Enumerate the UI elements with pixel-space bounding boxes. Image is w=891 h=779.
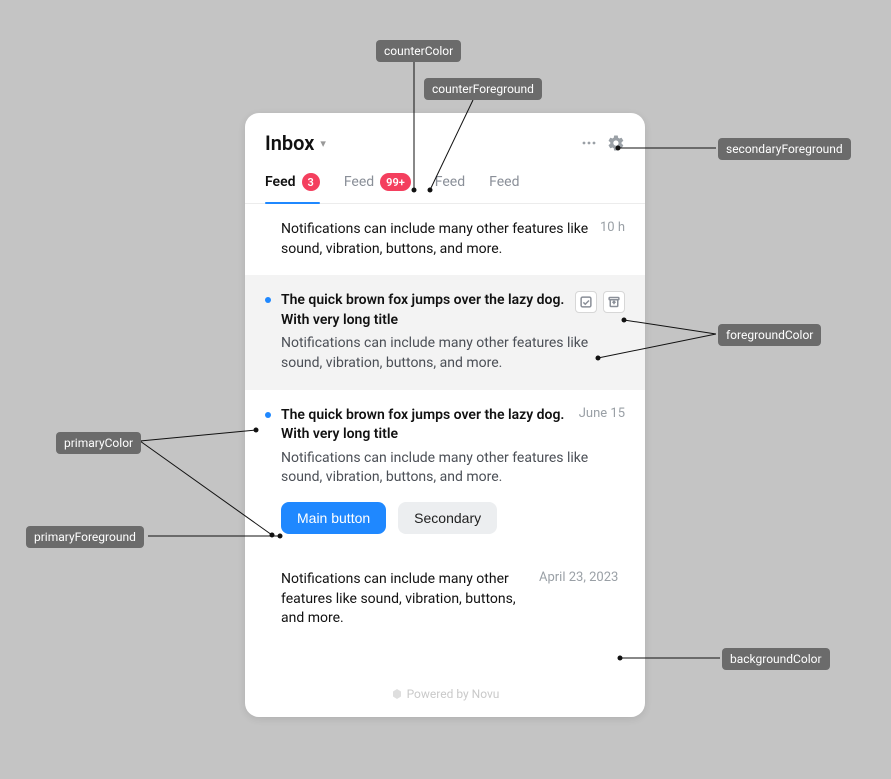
- unread-dot-icon: [265, 412, 271, 418]
- callout-primaryForeground: primaryForeground: [26, 526, 144, 548]
- callout-counterForeground: counterForeground: [424, 78, 542, 100]
- tab-feed-2[interactable]: Feed 99+: [344, 163, 411, 203]
- archive-icon[interactable]: [603, 291, 625, 313]
- page-title: Inbox: [265, 131, 314, 155]
- primary-button[interactable]: Main button: [281, 502, 386, 534]
- tabs: Feed 3 Feed 99+ Feed Feed: [245, 163, 645, 204]
- list-item[interactable]: Notifications can include many other fea…: [245, 554, 645, 645]
- footer-text: Powered by Novu: [407, 687, 500, 701]
- header-actions: [581, 134, 625, 152]
- callout-primaryColor: primaryColor: [56, 432, 141, 454]
- callout-backgroundColor: backgroundColor: [722, 648, 830, 670]
- tab-label: Feed: [344, 174, 374, 190]
- more-icon[interactable]: [581, 135, 597, 151]
- tab-feed-1[interactable]: Feed 3: [265, 163, 320, 203]
- tab-feed-4[interactable]: Feed: [489, 163, 519, 203]
- notification-title: The quick brown fox jumps over the lazy …: [281, 291, 567, 330]
- notification-list: Notifications can include many other fea…: [245, 204, 645, 675]
- action-buttons: Main button Secondary: [281, 502, 625, 534]
- callout-foregroundColor: foregroundColor: [718, 324, 821, 346]
- notification-text: Notifications can include many other fea…: [281, 220, 592, 259]
- tab-label: Feed: [489, 174, 519, 190]
- counter-badge: 3: [302, 173, 320, 191]
- counter-badge: 99+: [380, 173, 411, 191]
- inbox-card: Inbox ▾ Feed 3 Feed 99+ Feed Feed: [245, 113, 645, 717]
- unread-dot-icon: [265, 297, 271, 303]
- callout-secondaryForeground: secondaryForeground: [718, 138, 851, 160]
- tab-label: Feed: [435, 174, 465, 190]
- notification-time: 10 h: [600, 220, 625, 235]
- notification-title: The quick brown fox jumps over the lazy …: [281, 406, 571, 445]
- notification-desc: Notifications can include many other fea…: [281, 449, 625, 488]
- tab-feed-3[interactable]: Feed: [435, 163, 465, 203]
- callout-counterColor: counterColor: [376, 40, 461, 62]
- list-item[interactable]: The quick brown fox jumps over the lazy …: [245, 275, 645, 389]
- notification-desc: Notifications can include many other fea…: [281, 334, 625, 373]
- notification-text: Notifications can include many other fea…: [281, 570, 531, 629]
- hover-actions: [575, 291, 625, 313]
- footer: Powered by Novu: [245, 675, 645, 717]
- secondary-button[interactable]: Secondary: [398, 502, 497, 534]
- mark-read-icon[interactable]: [575, 291, 597, 313]
- gear-icon[interactable]: [607, 134, 625, 152]
- chevron-down-icon[interactable]: ▾: [320, 137, 326, 150]
- list-item[interactable]: Notifications can include many other fea…: [245, 204, 645, 275]
- list-item[interactable]: The quick brown fox jumps over the lazy …: [245, 390, 645, 554]
- tab-label: Feed: [265, 174, 296, 190]
- notification-time: June 15: [579, 406, 625, 421]
- header: Inbox ▾: [245, 113, 645, 163]
- logo-icon: [391, 688, 403, 700]
- notification-time: April 23, 2023: [539, 570, 618, 585]
